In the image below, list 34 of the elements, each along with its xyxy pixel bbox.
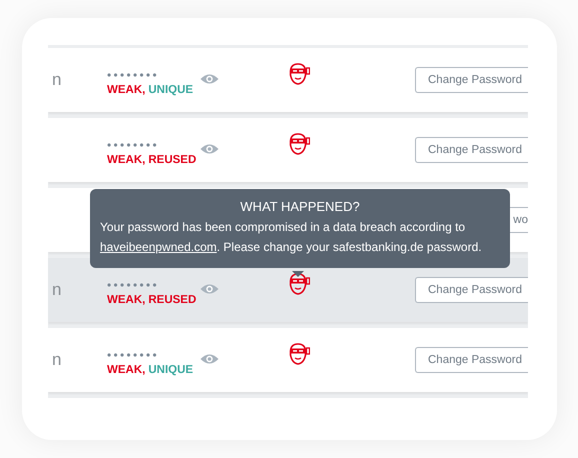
eye-icon[interactable] <box>200 73 219 85</box>
strength-label: REUSED <box>148 154 196 166</box>
masked-password: •••••••• <box>107 278 160 290</box>
breach-link[interactable]: haveibeenpwned.com <box>100 240 217 254</box>
change-password-button[interactable]: Change Password <box>415 277 528 303</box>
password-row[interactable]: •••••••• WEAK, REUSED Change Password <box>48 118 528 182</box>
tooltip-arrow <box>292 271 304 277</box>
strength-label: REUSED <box>148 294 196 306</box>
eye-icon[interactable] <box>200 283 219 295</box>
strength-label: WEAK, <box>107 154 146 166</box>
site-name: n <box>52 70 62 90</box>
masked-face-icon <box>288 133 310 155</box>
masked-password: •••••••• <box>107 68 160 80</box>
masked-face-icon <box>288 273 310 295</box>
masked-face-icon <box>288 63 310 85</box>
strength-label: UNIQUE <box>148 364 194 376</box>
masked-face-icon <box>288 343 310 365</box>
strength-label: UNIQUE <box>148 84 194 96</box>
password-row[interactable]: n •••••••• WEAK, UNIQUE Change Password <box>48 328 528 392</box>
strength-label: WEAK, <box>107 364 146 376</box>
change-password-button[interactable]: Change Password <box>415 67 528 93</box>
masked-password: •••••••• <box>107 348 160 360</box>
strength-label: WEAK, <box>107 84 146 96</box>
tooltip-title: WHAT HAPPENED? <box>239 199 361 214</box>
masked-password: •••••••• <box>107 138 160 150</box>
tooltip-message: Your password has been compromised in a data breach according to haveibeenpwned.com. Please change your safestbanking.de password. <box>100 219 483 256</box>
change-password-button[interactable]: Change Password <box>415 137 528 163</box>
eye-icon[interactable] <box>200 353 219 365</box>
site-name: n <box>52 280 62 300</box>
site-name: n <box>52 350 62 370</box>
change-password-button[interactable]: Change Password <box>415 347 528 373</box>
strength-label: WEAK, <box>107 294 146 306</box>
eye-icon[interactable] <box>200 143 219 155</box>
password-row[interactable]: n •••••••• WEAK, UNIQUE Change Password <box>48 48 528 112</box>
